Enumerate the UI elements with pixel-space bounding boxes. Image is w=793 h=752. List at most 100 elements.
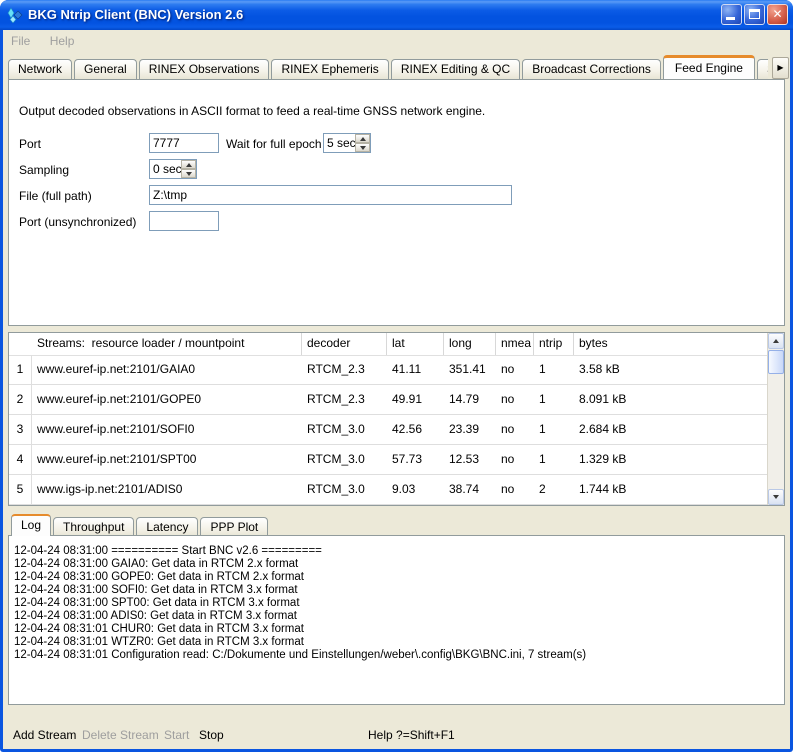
stream-bytes: 2.684 kB <box>574 415 767 444</box>
sampling-spinbox[interactable]: 0 sec <box>149 159 197 179</box>
stream-ntrip: 1 <box>534 445 574 474</box>
table-scrollbar[interactable] <box>767 333 784 505</box>
stream-lat: 49.91 <box>387 385 444 414</box>
header-bytes[interactable]: bytes <box>574 333 767 355</box>
tab-throughput[interactable]: Throughput <box>53 517 134 536</box>
header-long[interactable]: long <box>444 333 496 355</box>
start-button[interactable]: Start <box>164 728 189 742</box>
log-line: 12-04-24 08:31:00 SPT00: Get data in RTC… <box>14 597 764 610</box>
log-line: 12-04-24 08:31:00 GOPE0: Get data in RTC… <box>14 571 764 584</box>
menu-help[interactable]: Help <box>42 30 83 52</box>
table-row[interactable]: 3 www.euref-ip.net:2101/SOFI0 RTCM_3.0 4… <box>9 415 767 445</box>
header-nmea[interactable]: nmea <box>496 333 534 355</box>
help-hint-label: Help ?=Shift+F1 <box>368 728 455 742</box>
streams-table-header: Streams: resource loader / mountpoint de… <box>9 333 767 356</box>
log-line: 12-04-24 08:31:00 ========== Start BNC v… <box>14 545 764 558</box>
log-line: 12-04-24 08:31:01 CHUR0: Get data in RTC… <box>14 623 764 636</box>
maximize-button[interactable] <box>744 4 765 25</box>
close-button[interactable]: ✕ <box>767 4 788 25</box>
header-decoder[interactable]: decoder <box>302 333 387 355</box>
row-number: 2 <box>9 385 32 414</box>
row-number: 3 <box>9 415 32 444</box>
tab-serial-output[interactable]: Serial Ou <box>757 59 768 79</box>
spin-down-button[interactable] <box>355 143 370 152</box>
window-title: BKG Ntrip Client (BNC) Version 2.6 <box>28 0 243 29</box>
spin-down-button[interactable] <box>181 169 196 178</box>
log-line: 12-04-24 08:31:00 ADIS0: Get data in RTC… <box>14 610 764 623</box>
stream-mountpoint: www.euref-ip.net:2101/SPT00 <box>32 445 302 474</box>
client-area: File Help Network General RINEX Observat… <box>3 30 790 749</box>
stream-mountpoint: www.igs-ip.net:2101/ADIS0 <box>32 475 302 504</box>
tab-latency[interactable]: Latency <box>136 517 198 536</box>
port-unsync-input[interactable] <box>149 211 219 231</box>
row-number: 1 <box>9 355 32 384</box>
stream-lat: 41.11 <box>387 355 444 384</box>
tab-rinex-observations[interactable]: RINEX Observations <box>139 59 270 79</box>
tab-feed-engine[interactable]: Feed Engine <box>663 55 755 79</box>
spin-down-icon <box>360 146 366 150</box>
stream-nmea: no <box>496 415 534 444</box>
sampling-spinner <box>181 160 196 178</box>
spin-up-button[interactable] <box>181 160 196 169</box>
stream-lat: 42.56 <box>387 415 444 444</box>
tab-network[interactable]: Network <box>8 59 72 79</box>
stream-ntrip: 1 <box>534 385 574 414</box>
add-stream-button[interactable]: Add Stream <box>13 728 76 742</box>
spin-down-icon <box>186 172 192 176</box>
scroll-thumb[interactable] <box>768 350 784 374</box>
app-window: BKG Ntrip Client (BNC) Version 2.6 ✕ Fil… <box>0 0 793 752</box>
table-row[interactable]: 5 www.igs-ip.net:2101/ADIS0 RTCM_3.0 9.0… <box>9 475 767 505</box>
title-bar[interactable]: BKG Ntrip Client (BNC) Version 2.6 ✕ <box>0 0 793 30</box>
stream-long: 12.53 <box>444 445 496 474</box>
stream-ntrip: 2 <box>534 475 574 504</box>
spin-up-button[interactable] <box>355 134 370 143</box>
menu-bar: File Help <box>3 30 790 54</box>
tab-rinex-ephemeris[interactable]: RINEX Ephemeris <box>271 59 388 79</box>
minimize-button[interactable] <box>721 4 742 25</box>
wait-epoch-spinbox[interactable]: 5 sec <box>323 133 371 153</box>
file-path-input[interactable] <box>149 185 512 205</box>
streams-table: Streams: resource loader / mountpoint de… <box>8 332 785 506</box>
port-unsync-label: Port (unsynchronized) <box>19 215 136 229</box>
spin-up-icon <box>186 163 192 167</box>
tab-log[interactable]: Log <box>11 514 51 536</box>
menu-file[interactable]: File <box>3 30 38 52</box>
stream-ntrip: 1 <box>534 355 574 384</box>
tab-bar: Network General RINEX Observations RINEX… <box>8 54 768 79</box>
close-icon: ✕ <box>768 5 787 23</box>
bottom-tab-bar: Log Throughput Latency PPP Plot <box>11 514 270 536</box>
header-mountpoint[interactable]: Streams: resource loader / mountpoint <box>32 333 302 355</box>
port-input[interactable] <box>149 133 219 153</box>
tab-rinex-editing-qc[interactable]: RINEX Editing & QC <box>391 59 520 79</box>
window-controls: ✕ <box>721 4 788 25</box>
stream-nmea: no <box>496 385 534 414</box>
wait-epoch-label: Wait for full epoch <box>226 137 322 151</box>
stream-mountpoint: www.euref-ip.net:2101/SOFI0 <box>32 415 302 444</box>
sampling-value: 0 sec <box>153 160 182 178</box>
tab-general[interactable]: General <box>74 59 137 79</box>
log-line: 12-04-24 08:31:01 WTZR0: Get data in RTC… <box>14 636 764 649</box>
scroll-down-icon <box>773 495 779 499</box>
tab-ppp-plot[interactable]: PPP Plot <box>200 517 268 536</box>
row-number: 4 <box>9 445 32 474</box>
feed-engine-description: Output decoded observations in ASCII for… <box>19 104 485 118</box>
table-row[interactable]: 2 www.euref-ip.net:2101/GOPE0 RTCM_2.3 4… <box>9 385 767 415</box>
table-row[interactable]: 4 www.euref-ip.net:2101/SPT00 RTCM_3.0 5… <box>9 445 767 475</box>
scroll-up-icon <box>773 339 779 343</box>
stream-decoder: RTCM_2.3 <box>302 355 387 384</box>
scroll-up-button[interactable] <box>768 333 784 349</box>
delete-stream-button[interactable]: Delete Stream <box>82 728 159 742</box>
scroll-down-button[interactable] <box>768 489 784 505</box>
tab-broadcast-corrections[interactable]: Broadcast Corrections <box>522 59 661 79</box>
spin-up-icon <box>360 137 366 141</box>
stream-nmea: no <box>496 445 534 474</box>
stop-button[interactable]: Stop <box>199 728 224 742</box>
header-lat[interactable]: lat <box>387 333 444 355</box>
file-path-label: File (full path) <box>19 189 92 203</box>
table-row[interactable]: 1 www.euref-ip.net:2101/GAIA0 RTCM_2.3 4… <box>9 355 767 385</box>
stream-nmea: no <box>496 355 534 384</box>
feed-engine-panel: Output decoded observations in ASCII for… <box>8 79 785 326</box>
tab-scroll-right-button[interactable]: ▶ <box>772 57 789 79</box>
stream-mountpoint: www.euref-ip.net:2101/GOPE0 <box>32 385 302 414</box>
header-ntrip[interactable]: ntrip <box>534 333 574 355</box>
